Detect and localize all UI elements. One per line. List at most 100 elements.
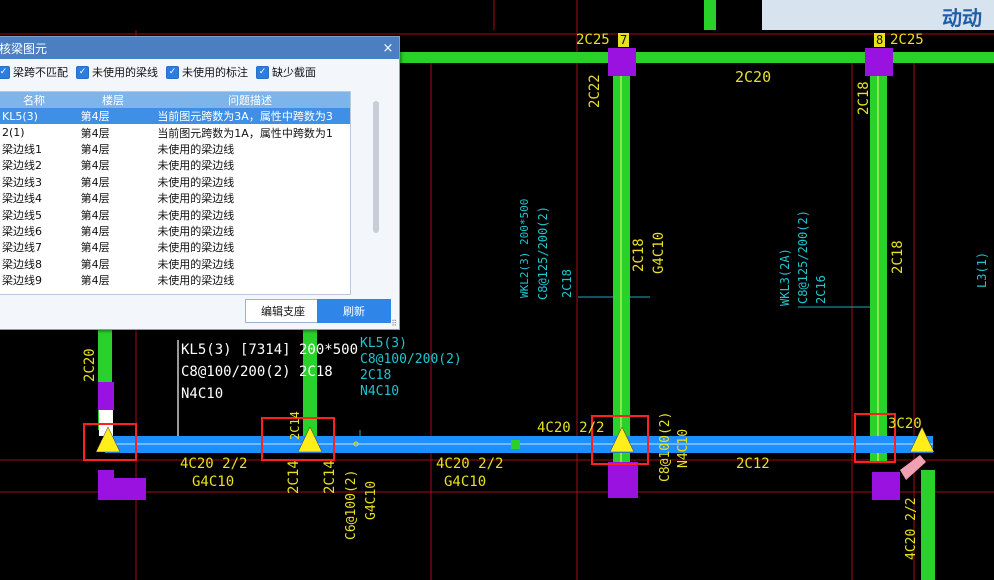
lower-label-13: 3C20 [888, 416, 922, 432]
lower-label-8: G4C10 [364, 480, 379, 520]
lower-label-7: C6@100(2) [344, 469, 359, 540]
table-row[interactable]: 梁边线2 第4层 未使用的梁边线 [0, 157, 350, 173]
column-header-description[interactable]: 问题描述 [152, 92, 348, 108]
dialog-titlebar[interactable]: 核梁图元 × [0, 37, 399, 59]
row-name: 梁边线7 [2, 241, 42, 255]
filter-missing-section[interactable]: ✓ 缺少截面 [256, 64, 316, 80]
kl5-note-4: N4C10 [360, 384, 400, 399]
lower-label-5: 4C20 2/2 [436, 456, 504, 472]
table-row[interactable]: 梁边线8 第4层 未使用的梁边线 [0, 256, 350, 272]
table-row[interactable]: 梁边线9 第4层 未使用的梁边线 [0, 272, 350, 288]
row-name: 梁边线9 [2, 274, 42, 288]
checkbox-checked-icon[interactable]: ✓ [76, 65, 89, 79]
row-floor: 第4层 [80, 274, 110, 288]
table-header: 名称 楼层 问题描述 [0, 92, 350, 108]
top-label-2c25-b: 2C25 [890, 32, 924, 48]
col-label-2c18-c: 2C18 [890, 240, 906, 274]
edit-support-button[interactable]: 编辑支座 [245, 299, 321, 323]
filter-unused-beam-lines[interactable]: ✓ 未使用的梁线 [76, 64, 158, 80]
table-row[interactable]: 梁边线6 第4层 未使用的梁边线 [0, 223, 350, 239]
row-description: 当前图元跨数为3A，属性中跨数为3 [157, 110, 333, 124]
top-label-2c20: 2C20 [735, 68, 772, 86]
row-name: 2(1) [2, 126, 25, 140]
table-row[interactable]: 2(1) 第4层 当前图元跨数为1A，属性中跨数为1 [0, 124, 350, 140]
resize-grip-icon[interactable]: ⠿ [391, 319, 397, 328]
col-label-2c20: 2C20 [82, 348, 98, 382]
row-description: 未使用的梁边线 [157, 159, 235, 173]
row-description: 未使用的梁边线 [157, 274, 235, 288]
row-floor: 第4层 [80, 175, 110, 189]
row-description: 未使用的梁边线 [157, 208, 235, 222]
corner-text: 动动 [942, 6, 982, 30]
lower-label-14: 4C20 2/2 [904, 497, 919, 560]
l3-label: L3(1) [975, 251, 989, 288]
row-name: 梁边线2 [2, 159, 42, 173]
row-name: 梁边线3 [2, 175, 42, 189]
row-name: 梁边线5 [2, 208, 42, 222]
row-name: KL5(3) [2, 109, 38, 123]
checkbox-checked-icon[interactable]: ✓ [166, 65, 179, 79]
lower-label-12: 2C12 [736, 456, 770, 472]
row-name: 梁边线8 [2, 257, 42, 271]
row-floor: 第4层 [80, 126, 110, 140]
row-description: 未使用的梁边线 [157, 224, 235, 238]
row-floor: 第4层 [80, 110, 110, 124]
kl5-note-2: C8@100/200(2) [360, 352, 462, 367]
table-row[interactable]: KL5(3) 第4层 当前图元跨数为3A，属性中跨数为3 [0, 108, 350, 125]
top-label-2c25-a: 2C25 [576, 32, 610, 48]
lower-label-9: 4C20 2/2 [537, 420, 605, 436]
checkbox-checked-icon[interactable]: ✓ [0, 65, 10, 79]
table-row[interactable]: 梁边线7 第4层 未使用的梁边线 [0, 239, 350, 255]
refresh-button[interactable]: 刷新 [317, 299, 391, 323]
row-floor: 第4层 [80, 208, 110, 222]
column-header-floor[interactable]: 楼层 [74, 92, 152, 108]
checkbox-checked-icon[interactable]: ✓ [256, 65, 269, 79]
col-label-g4c10: G4C10 [651, 231, 667, 274]
table-row[interactable]: 梁边线3 第4层 未使用的梁边线 [0, 174, 350, 190]
row-description: 未使用的梁边线 [157, 175, 235, 189]
row-floor: 第4层 [80, 192, 110, 206]
filter-span-mismatch[interactable]: ✓ 梁跨不匹配 [0, 64, 68, 80]
row-name: 梁边线1 [2, 142, 42, 156]
beam-annotation-line1: KL5(3) [7314] 200*500 [181, 342, 359, 358]
row-floor: 第4层 [80, 257, 110, 271]
lower-label-1: 4C20 2/2 [180, 456, 248, 472]
row-floor: 第4层 [80, 224, 110, 238]
row-description: 未使用的梁边线 [157, 241, 235, 255]
col-label-2c18-b: 2C18 [631, 238, 647, 272]
col-label-2c18-a: 2C18 [856, 81, 872, 115]
row-description: 未使用的梁边线 [157, 192, 235, 206]
wkl2-line1: WKL2(3) 200*500 [518, 198, 531, 298]
problem-table[interactable]: 名称 楼层 问题描述 KL5(3) 第4层 当前图元跨数为3A，属性中跨数为3 2(1… [0, 91, 351, 295]
filter-label: 未使用的标注 [182, 66, 248, 79]
wkl2-line2: C8@125/200(2) [536, 206, 550, 300]
close-icon[interactable]: × [377, 41, 399, 56]
grid-label-8: 8 [874, 33, 886, 47]
beam-check-dialog[interactable]: 核梁图元 × ✓ 梁跨不匹配 ✓ 未使用的梁线 ✓ 未使用的标注 ✓ 缺少截面 名称 楼… [0, 36, 400, 330]
lower-label-15: 2C14 [288, 411, 302, 440]
kl5-note-3: 2C18 [360, 368, 392, 383]
lower-label-11: N4C10 [676, 428, 691, 468]
wkl2-line3: 2C18 [560, 269, 574, 298]
row-floor: 第4层 [80, 142, 110, 156]
wkl3-line1: WKL3(2A) [778, 248, 792, 306]
wkl3-line2: C8@125/200(2) [796, 210, 810, 304]
col-label-2c22: 2C22 [587, 74, 603, 108]
row-description: 未使用的梁边线 [157, 257, 235, 271]
background-window-corner: 动动 [762, 0, 994, 30]
table-row[interactable]: 梁边线1 第4层 未使用的梁边线 [0, 141, 350, 157]
row-description: 当前图元跨数为1A，属性中跨数为1 [157, 126, 333, 140]
lower-label-4: 2C14 [322, 460, 338, 494]
filter-unused-annotations[interactable]: ✓ 未使用的标注 [166, 64, 248, 80]
table-scrollbar[interactable] [373, 101, 379, 233]
lower-label-3: 2C14 [286, 460, 302, 494]
row-name: 梁边线6 [2, 224, 42, 238]
beam-annotation-line2: C8@100/200(2) 2C18 [181, 364, 333, 380]
column-header-name[interactable]: 名称 [0, 92, 74, 108]
lower-label-10: C8@100(2) [658, 411, 673, 482]
table-row[interactable]: 梁边线4 第4层 未使用的梁边线 [0, 190, 350, 206]
lower-label-6: G4C10 [444, 474, 487, 490]
dialog-title: 核梁图元 [0, 41, 48, 56]
filter-bar: ✓ 梁跨不匹配 ✓ 未使用的梁线 ✓ 未使用的标注 ✓ 缺少截面 [0, 59, 399, 85]
table-row[interactable]: 梁边线5 第4层 未使用的梁边线 [0, 206, 350, 222]
